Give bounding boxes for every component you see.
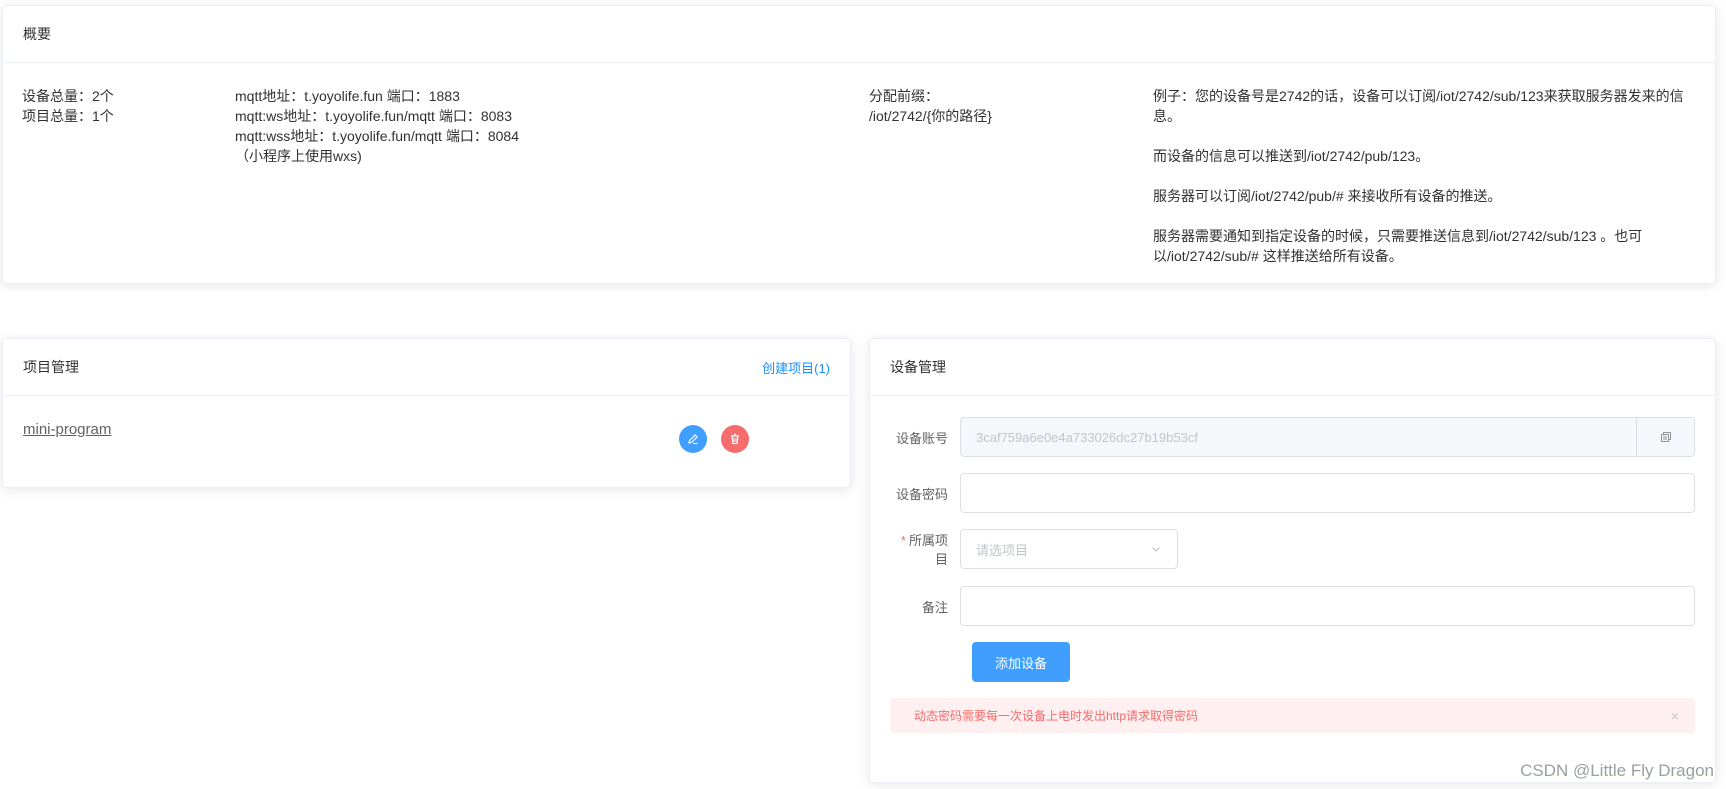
error-alert: 动态密码需要每一次设备上电时发出http请求取得密码 × [890,698,1695,733]
delete-button[interactable] [721,425,749,453]
prefix-label: 分配前缀： [869,88,939,104]
overview-examples: 例子：您的设备号是2742的话，设备可以订阅/iot/2742/sub/123来… [1153,86,1703,286]
overview-prefix: 分配前缀： /iot/2742/{你的路径} [869,86,1129,126]
project-row: * 所属项目 请选项目 [890,529,1695,569]
trash-icon [731,433,739,445]
note-input[interactable] [960,586,1695,626]
project-header: 项目管理 创建项目(1) [3,339,850,396]
note-row: 备注 [890,586,1695,626]
copy-button[interactable] [1636,418,1694,456]
project-label: * 所属项目 [890,530,960,568]
overview-title: 概要 [23,26,51,42]
password-label: 设备密码 [895,486,948,502]
mqtt-address: mqtt地址：t.yoyolife.fun 端口：1883 [235,88,460,104]
list-item: mini-program [3,396,850,488]
project-name-link[interactable]: mini-program [23,421,111,438]
edit-button[interactable] [679,425,707,453]
device-title: 设备管理 [890,359,946,375]
project-label-text: 所属项目 [908,533,948,567]
example-text-3: 服务器可以订阅/iot/2742/pub/# 来接收所有设备的推送。 [1153,188,1502,204]
edit-icon [688,434,698,445]
example-text-2: 而设备的信息可以推送到/iot/2742/pub/123。 [1153,148,1430,164]
project-total: 项目总量：1个 [22,108,114,124]
account-row: 设备账号 3caf759a6e0e4a733026dc27b19b53cf [890,417,1695,457]
overview-mqtt: mqtt地址：t.yoyolife.fun 端口：1883 mqtt:ws地址：… [235,86,795,166]
example-text-1: 例子：您的设备号是2742的话，设备可以订阅/iot/2742/sub/123来… [1153,88,1684,124]
watermark: CSDN @Little Fly Dragon [1520,761,1714,780]
mqtt-wss-note: （小程序上使用wxs) [235,148,362,164]
chevron-down-icon [1152,547,1160,552]
overview-card: 概要 设备总量：2个 项目总量：1个 mqtt地址：t.yoyolife.fun… [2,5,1716,284]
account-field: 3caf759a6e0e4a733026dc27b19b53cf [960,417,1695,457]
project-select-placeholder: 请选项目 [976,542,1029,558]
account-value: 3caf759a6e0e4a733026dc27b19b53cf [976,429,1198,445]
password-input[interactable] [960,473,1695,513]
project-select[interactable]: 请选项目 [960,529,1178,569]
project-title: 项目管理 [23,359,79,375]
project-card: 项目管理 创建项目(1) mini-program [2,338,851,488]
overview-header: 概要 [3,6,1715,63]
mqtt-wss-address: mqtt:wss地址：t.yoyolife.fun/mqtt 端口：8084 [235,128,519,144]
mqtt-ws-address: mqtt:ws地址：t.yoyolife.fun/mqtt 端口：8083 [235,108,512,124]
account-label: 设备账号 [895,430,948,446]
overview-stats: 设备总量：2个 项目总量：1个 [22,86,202,126]
device-card: 设备管理 设备账号 3caf759a6e0e4a733026dc27b19b53… [869,338,1716,783]
create-project-link[interactable]: 创建项目(1) [762,358,830,377]
alert-text: 动态密码需要每一次设备上电时发出http请求取得密码 [914,709,1199,723]
note-label: 备注 [921,599,948,615]
device-header: 设备管理 [870,339,1715,396]
prefix-value: /iot/2742/{你的路径} [869,108,992,124]
add-device-button[interactable]: 添加设备 [972,642,1070,682]
close-icon[interactable]: × [1671,708,1679,724]
password-row: 设备密码 [890,473,1695,513]
device-total: 设备总量：2个 [22,88,114,104]
required-mark: * [900,533,906,548]
example-text-4: 服务器需要通知到指定设备的时候，只需要推送信息到/iot/2742/sub/12… [1153,228,1643,264]
copy-icon [1660,432,1671,442]
